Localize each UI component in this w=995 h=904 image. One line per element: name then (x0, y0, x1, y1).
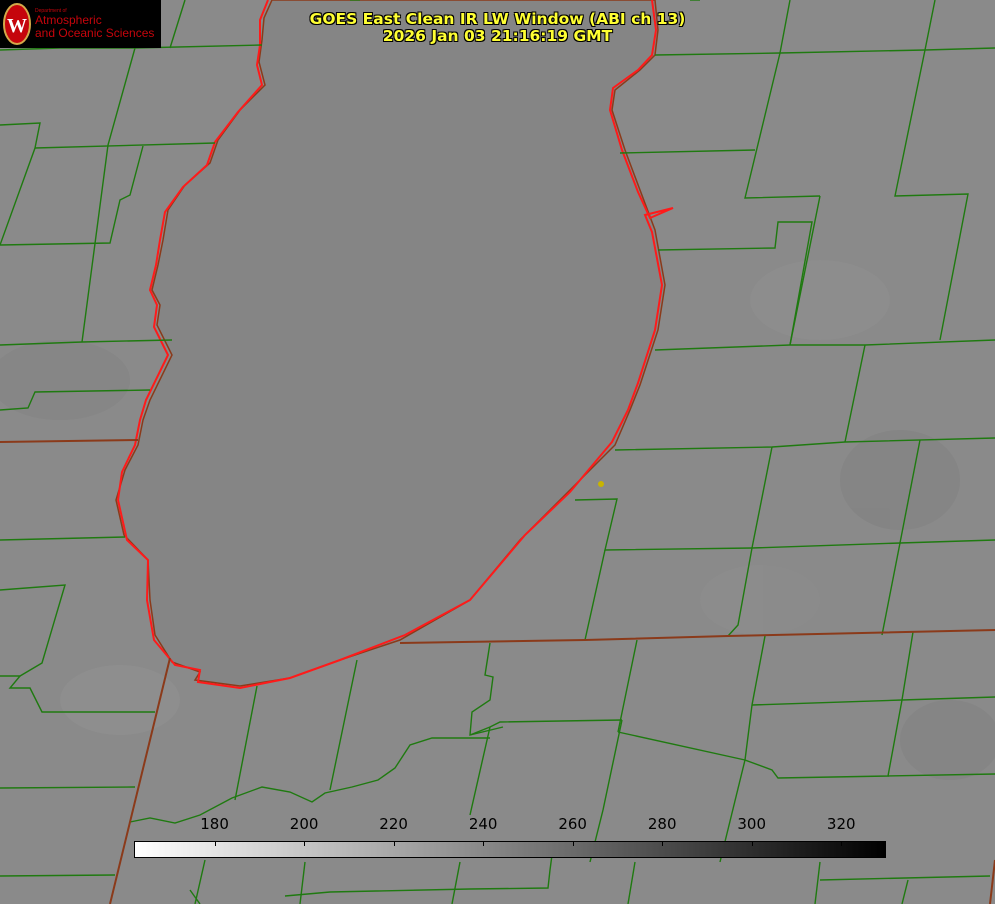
colorbar-tick-mark (573, 841, 574, 846)
temperature-colorbar (134, 841, 886, 858)
colorbar-tick-label: 240 (468, 815, 498, 833)
title-timestamp: 2026 Jan 03 21:16:19 GMT (382, 27, 613, 45)
location-marker (598, 481, 604, 487)
colorbar-tick-mark (304, 841, 305, 846)
colorbar-tick-label: 200 (289, 815, 319, 833)
colorbar-tick-label: 180 (200, 815, 229, 833)
colorbar-tick-mark (483, 841, 484, 846)
colorbar-tick-label: 280 (647, 815, 677, 833)
colorbar-tick-mark (662, 841, 663, 846)
satellite-map (0, 0, 995, 904)
colorbar-tick-mark (394, 841, 395, 846)
colorbar-tick-mark (841, 841, 842, 846)
colorbar-tick-label: 320 (826, 815, 856, 833)
colorbar-tick-mark (215, 841, 216, 846)
colorbar-tick-label: 300 (737, 815, 767, 833)
colorbar-tick-mark (752, 841, 753, 846)
colorbar-tick-label: 260 (558, 815, 587, 833)
image-title: GOES East Clean IR LW Window (ABI ch 13)… (0, 11, 995, 45)
title-line-1: GOES East Clean IR LW Window (ABI ch 13) (309, 10, 686, 28)
colorbar-tick-label: 220 (379, 815, 408, 833)
